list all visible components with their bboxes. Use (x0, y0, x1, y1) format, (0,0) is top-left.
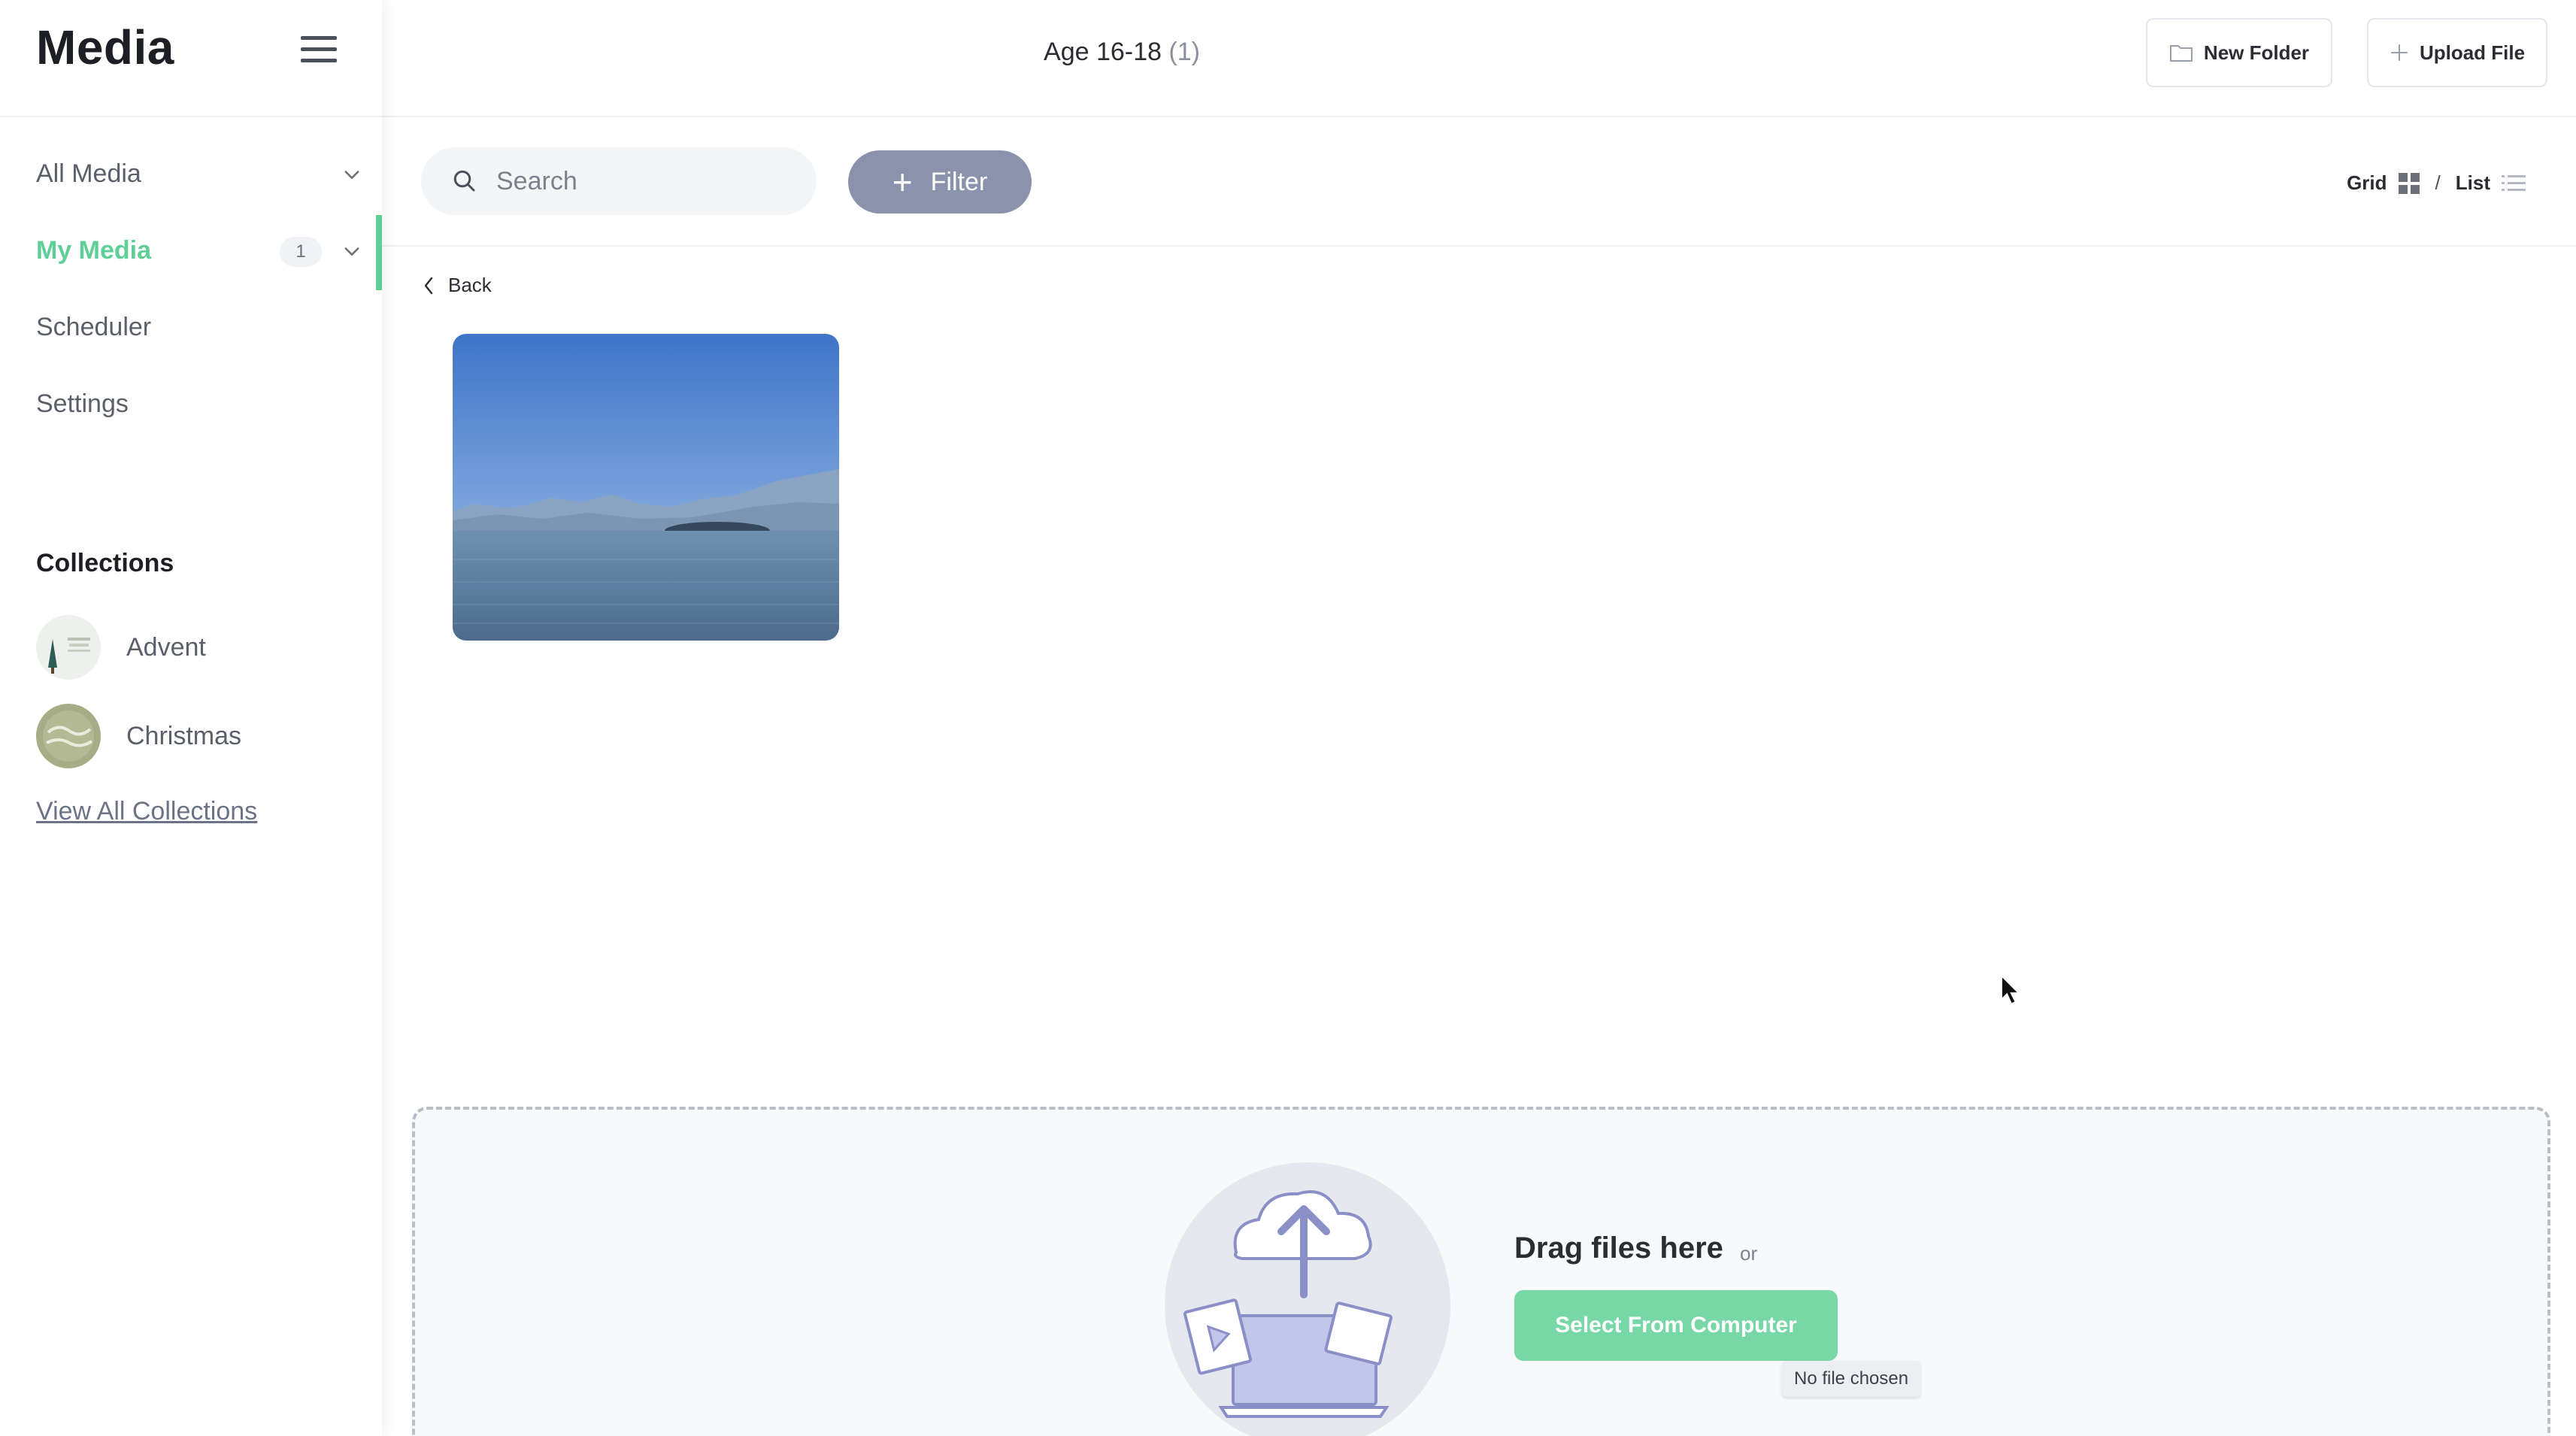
grid-view-toggle[interactable]: Grid (2347, 171, 2420, 195)
collection-item-advent[interactable]: Advent (36, 615, 206, 680)
view-separator: / (2435, 171, 2441, 194)
filter-label: Filter (930, 167, 988, 196)
collection-label: Christmas (126, 721, 242, 750)
toolbar: + Filter Grid / List (382, 117, 2576, 247)
sidebar-item-my-media[interactable]: My Media (36, 236, 151, 265)
collection-thumbnail (36, 704, 101, 768)
my-media-count-badge: 1 (280, 237, 322, 267)
list-label: List (2455, 171, 2490, 194)
collection-thumbnail (36, 615, 101, 680)
back-link[interactable]: Back (421, 274, 492, 297)
collections-heading: Collections (36, 549, 174, 577)
back-label: Back (448, 274, 492, 296)
filter-button[interactable]: + Filter (848, 150, 1032, 214)
dropzone-or-label: or (1740, 1242, 1758, 1265)
sidebar-divider (0, 116, 382, 117)
mouse-cursor-icon (2000, 974, 2021, 1006)
upload-file-button[interactable]: Upload File (2367, 18, 2547, 87)
search-box[interactable] (421, 147, 817, 215)
search-icon (453, 170, 475, 192)
list-view-toggle[interactable]: List (2456, 171, 2526, 195)
plus-icon (2390, 44, 2408, 61)
sidebar: Media All Media My Media 1 Scheduler Set… (0, 0, 382, 1436)
folder-item-count: (1) (1168, 38, 1200, 66)
folder-icon (2169, 45, 2193, 62)
view-all-collections-link[interactable]: View All Collections (36, 797, 257, 826)
collection-label: Advent (126, 632, 206, 662)
media-item-thumbnail[interactable] (453, 334, 839, 641)
folder-name: Age 16-18 (1044, 38, 1162, 66)
active-indicator (376, 215, 382, 290)
new-folder-label: New Folder (2203, 41, 2310, 64)
app-title: Media (36, 20, 174, 74)
plus-icon: + (892, 162, 913, 201)
hamburger-menu-icon[interactable] (301, 36, 337, 66)
chevron-down-icon[interactable] (341, 164, 362, 185)
file-status-tooltip: No file chosen (1782, 1361, 1921, 1397)
dropzone-heading: Drag files here (1514, 1232, 1723, 1265)
sidebar-item-settings[interactable]: Settings (36, 389, 129, 419)
upload-file-label: Upload File (2419, 41, 2526, 64)
grid-label: Grid (2347, 171, 2387, 194)
upload-dropzone[interactable]: Drag files here or Select From Computer … (412, 1107, 2550, 1436)
lake-mountain-image (453, 334, 839, 641)
select-from-computer-button[interactable]: Select From Computer (1514, 1290, 1838, 1361)
list-icon (2502, 174, 2526, 191)
collection-item-christmas[interactable]: Christmas (36, 704, 241, 768)
cloud-upload-illustration (1165, 1162, 1450, 1436)
top-header: Age 16-18 (1) New Folder Upload File (382, 0, 2576, 117)
chevron-left-icon (424, 277, 433, 294)
folder-title: Age 16-18 (1) (382, 38, 1862, 67)
view-toggle: Grid / List (2347, 171, 2526, 195)
new-folder-button[interactable]: New Folder (2146, 18, 2332, 87)
sidebar-item-scheduler[interactable]: Scheduler (36, 313, 151, 342)
chevron-down-icon[interactable] (341, 241, 362, 262)
grid-icon (2398, 172, 2420, 194)
sidebar-item-all-media[interactable]: All Media (36, 159, 141, 189)
search-input[interactable] (496, 166, 782, 196)
